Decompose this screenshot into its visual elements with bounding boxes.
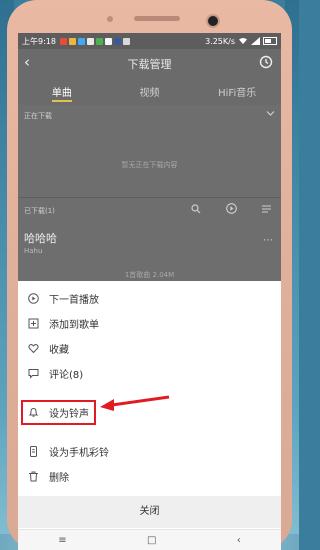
back-icon[interactable]: ‹ [237, 535, 241, 546]
app-notification-icon [86, 37, 94, 45]
status-time: 上午9:18 [22, 36, 56, 46]
menu-icon[interactable]: ≡ [58, 535, 66, 546]
downloading-header: 正在下载 [24, 112, 52, 120]
app-notification-icon [104, 37, 112, 45]
search-icon[interactable] [191, 204, 201, 214]
app-bar: ‹ 下载管理 [18, 49, 281, 77]
arrow-annotation-icon [100, 395, 170, 411]
page-title: 下载管理 [127, 58, 172, 71]
menu-item-favorite[interactable]: 收藏 [18, 336, 281, 361]
song-artist: Hahu [24, 247, 43, 255]
play-next-icon [28, 293, 39, 304]
app-notification-icon [95, 37, 103, 45]
battery-icon [263, 37, 277, 45]
home-icon[interactable]: □ [147, 535, 156, 546]
storage-summary: 1首歌曲 2.04M [124, 271, 175, 279]
status-bar: 上午9:18 3.25K/s [18, 33, 281, 49]
app-notification-icon [68, 37, 76, 45]
wifi-icon [239, 38, 247, 44]
manage-list-icon[interactable] [261, 204, 272, 214]
earpiece-speaker [134, 16, 180, 21]
phone-screen: 上午9:18 3.25K/s ‹ 下载管理 单曲 视频 HiFi音乐 正在下载 … [18, 33, 281, 550]
menu-item-label: 设为手机彩铃 [49, 448, 109, 459]
notification-icons [59, 37, 130, 45]
menu-item-add-playlist[interactable]: 添加到歌单 [18, 311, 281, 336]
app-notification-icon [59, 37, 67, 45]
downloaded-header: 已下载(1) [24, 207, 55, 215]
status-right: 3.25K/s [205, 37, 277, 46]
highlight-box [21, 400, 96, 425]
menu-item-delete[interactable]: 删除 [18, 464, 281, 489]
menu-item-label: 添加到歌单 [49, 320, 99, 331]
menu-item-label: 下一首播放 [49, 295, 99, 306]
menu-item-label: 收藏 [49, 345, 69, 356]
phone-ringback-icon [28, 446, 39, 457]
signal-icon [251, 37, 260, 45]
trash-icon [28, 471, 39, 482]
network-speed: 3.25K/s [205, 36, 235, 46]
action-sheet: 下一首播放 添加到歌单 收藏 评论(8) 设为铃声 设为手机彩铃 删除 关闭 ≡… [18, 283, 281, 550]
chevron-down-icon[interactable] [266, 110, 275, 117]
more-options-icon[interactable]: ⋯ [263, 235, 273, 246]
tab-videos[interactable]: 视频 [106, 77, 194, 105]
history-icon[interactable] [259, 55, 273, 69]
tab-hifi[interactable]: HiFi音乐 [193, 77, 281, 105]
tab-singles[interactable]: 单曲 [18, 77, 106, 105]
app-notification-icon [113, 37, 121, 45]
close-button[interactable]: 关闭 [18, 496, 281, 528]
tab-bar: 单曲 视频 HiFi音乐 [18, 77, 281, 105]
divider [18, 197, 281, 198]
app-notification-icon [122, 37, 130, 45]
empty-downloading-text: 暂无正在下载内容 [121, 161, 178, 169]
menu-item-comment[interactable]: 评论(8) [18, 361, 281, 386]
heart-icon [28, 343, 39, 354]
add-playlist-icon [28, 318, 39, 329]
menu-item-set-ringback[interactable]: 设为手机彩铃 [18, 439, 281, 464]
comment-icon [28, 368, 39, 379]
menu-item-play-next[interactable]: 下一首播放 [18, 286, 281, 311]
system-nav-bar: ≡ □ ‹ [18, 529, 281, 550]
proximity-sensor [107, 16, 113, 22]
download-list-overlay: 正在下载 暂无正在下载内容 已下载(1) 哈哈哈 Hahu ⋯ 1首歌曲 2.0… [18, 105, 281, 281]
song-title[interactable]: 哈哈哈 [24, 230, 57, 246]
menu-item-label: 评论(8) [49, 370, 84, 381]
front-camera [206, 14, 220, 28]
menu-item-label: 删除 [49, 473, 69, 484]
play-all-icon[interactable] [226, 203, 237, 214]
app-notification-icon [77, 37, 85, 45]
